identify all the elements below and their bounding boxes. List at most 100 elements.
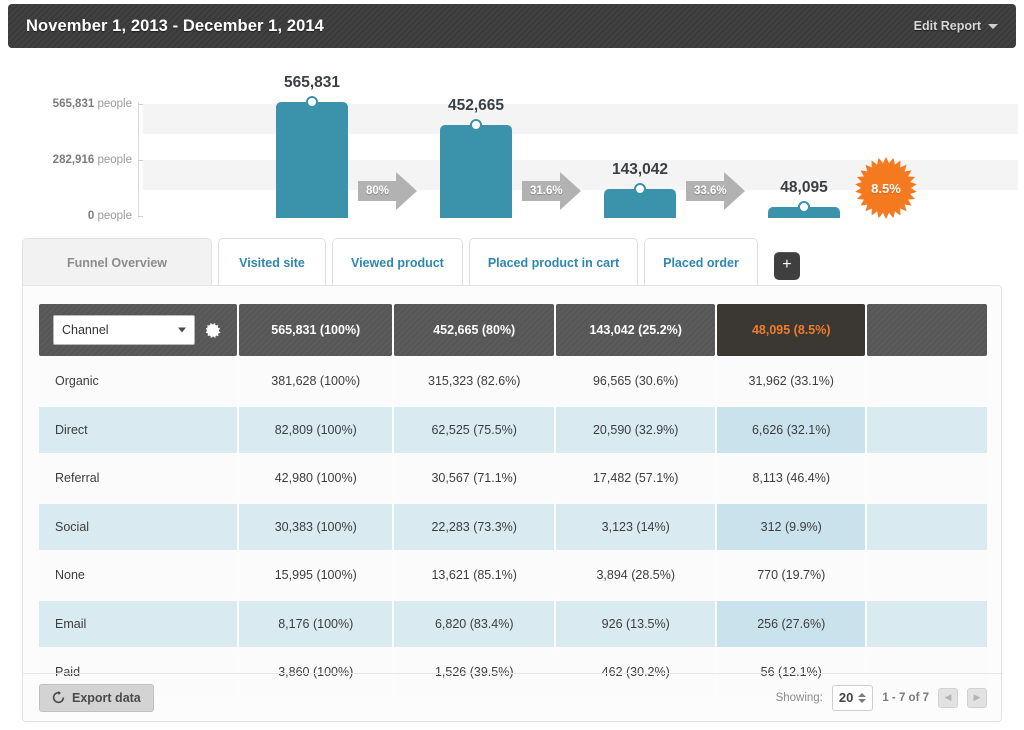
export-data-button[interactable]: Export data [39, 684, 154, 712]
chart-y-axis: 565,831 people 282,916 people 0 people [0, 62, 140, 234]
pagination-controls: Showing: 20 1 - 7 of 7 ◀ ▶ [776, 685, 987, 711]
row-cell: 30,383 (100%) [239, 504, 392, 551]
next-page-button[interactable]: ▶ [967, 688, 987, 708]
prev-page-button[interactable]: ◀ [938, 688, 958, 708]
edit-report-button[interactable]: Edit Report [914, 19, 998, 33]
page-size-stepper[interactable]: 20 [832, 685, 873, 711]
bar-value-label: 565,831 [284, 74, 340, 92]
row-cell-blank [867, 552, 987, 599]
table-row[interactable]: None 15,995 (100%) 13,621 (85.1%) 3,894 … [39, 552, 987, 599]
tab-placed-order[interactable]: Placed order [644, 238, 758, 286]
bar-dot-marker [306, 96, 318, 108]
conversion-rate-label: 31.6% [530, 185, 563, 197]
bar-value-label: 143,042 [612, 161, 668, 179]
report-header-bar: November 1, 2013 - December 1, 2014 Edit… [8, 4, 1016, 48]
row-cell: 42,980 (100%) [239, 455, 392, 502]
download-icon [52, 691, 65, 704]
bar-value-label: 48,095 [780, 179, 827, 197]
row-cell: 22,283 (73.3%) [394, 504, 554, 551]
conversion-arrow-3: 33.6% [686, 170, 746, 212]
y-tick-label-zero: 0 people [88, 210, 132, 222]
row-cell: 96,565 (30.6%) [556, 358, 716, 405]
row-cell: 8,113 (46.4%) [717, 455, 865, 502]
conversion-rate-label: 80% [366, 185, 389, 197]
table-row[interactable]: Referral 42,980 (100%) 30,567 (71.1%) 17… [39, 455, 987, 502]
step-header-cell-1[interactable]: 565,831 (100%) [239, 304, 392, 356]
row-cell: 312 (9.9%) [717, 504, 865, 551]
row-cell-blank [867, 407, 987, 454]
funnel-step-tabs: Funnel Overview Visited site Viewed prod… [22, 236, 800, 286]
row-cell-blank [867, 358, 987, 405]
bar-value-label: 452,665 [448, 97, 504, 115]
step-header-cell-2[interactable]: 452,665 (80%) [394, 304, 554, 356]
add-step-button[interactable]: + [774, 252, 800, 280]
row-label: Social [39, 504, 237, 551]
dimension-select-value: Channel [62, 323, 109, 337]
row-cell: 3,894 (28.5%) [556, 552, 716, 599]
funnel-bar-placed-product-in-cart[interactable]: 143,042 [604, 189, 676, 218]
showing-label: Showing: [776, 692, 823, 704]
row-label: Referral [39, 455, 237, 502]
bar-rect [768, 207, 840, 218]
bar-rect [604, 189, 676, 218]
chevron-down-icon[interactable] [858, 699, 866, 703]
bar-dot-marker [798, 201, 810, 213]
table-header: Channel 565,831 (100%) 452,665 (80%) 143… [39, 304, 987, 356]
row-cell: 6,626 (32.1%) [717, 407, 865, 454]
step-header-cell-3[interactable]: 143,042 (25.2%) [556, 304, 716, 356]
tab-label: Visited site [239, 256, 305, 270]
tab-viewed-product[interactable]: Viewed product [332, 238, 463, 286]
row-cell: 381,628 (100%) [239, 358, 392, 405]
funnel-bar-viewed-product[interactable]: 452,665 [440, 125, 512, 218]
tab-funnel-overview[interactable]: Funnel Overview [22, 238, 212, 286]
date-range-title: November 1, 2013 - December 1, 2014 [26, 17, 324, 36]
tab-label: Placed order [663, 256, 739, 270]
row-cell: 256 (27.6%) [717, 601, 865, 648]
y-tick-label-mid: 282,916 people [53, 154, 132, 166]
chevron-up-icon[interactable] [858, 693, 866, 697]
table-row[interactable]: Social 30,383 (100%) 22,283 (73.3%) 3,12… [39, 504, 987, 551]
row-cell: 6,820 (83.4%) [394, 601, 554, 648]
row-cell: 31,962 (33.1%) [717, 358, 865, 405]
table-header-row: Channel 565,831 (100%) 452,665 (80%) 143… [39, 304, 987, 356]
table-row[interactable]: Email 8,176 (100%) 6,820 (83.4%) 926 (13… [39, 601, 987, 648]
funnel-bar-visited-site[interactable]: 565,831 [276, 102, 348, 218]
tab-visited-site[interactable]: Visited site [218, 238, 326, 286]
step-header-cell-4[interactable]: 48,095 (8.5%) [717, 304, 865, 356]
row-label: Organic [39, 358, 237, 405]
row-cell: 15,995 (100%) [239, 552, 392, 599]
funnel-chart: 565,831 people 282,916 people 0 people 5… [0, 62, 1024, 234]
row-label: None [39, 552, 237, 599]
row-cell-blank [867, 455, 987, 502]
dimension-header-cell: Channel [39, 304, 237, 356]
chevron-down-icon [988, 24, 998, 29]
row-cell: 30,567 (71.1%) [394, 455, 554, 502]
row-cell: 20,590 (32.9%) [556, 407, 716, 454]
overall-conversion-badge: 8.5% [853, 155, 919, 221]
tab-label: Placed product in cart [488, 256, 619, 270]
row-cell: 315,323 (82.6%) [394, 358, 554, 405]
row-label: Direct [39, 407, 237, 454]
table-row[interactable]: Organic 381,628 (100%) 315,323 (82.6%) 9… [39, 358, 987, 405]
row-cell: 770 (19.7%) [717, 552, 865, 599]
row-cell: 926 (13.5%) [556, 601, 716, 648]
bar-dot-marker [634, 183, 646, 195]
tab-label: Funnel Overview [67, 256, 167, 270]
conversion-rate-label: 33.6% [694, 185, 727, 197]
stepper-arrows [858, 693, 866, 703]
conversion-arrow-1: 80% [358, 170, 418, 212]
chart-plot-area: 565,831 80% 452,665 31.6% [140, 62, 1024, 234]
table-body: Organic 381,628 (100%) 315,323 (82.6%) 9… [39, 358, 987, 696]
row-cell: 62,525 (75.5%) [394, 407, 554, 454]
funnel-bar-placed-order[interactable]: 48,095 [768, 207, 840, 218]
page-size-value: 20 [839, 690, 853, 705]
tab-placed-product-in-cart[interactable]: Placed product in cart [469, 238, 638, 286]
result-range-label: 1 - 7 of 7 [882, 692, 929, 704]
funnel-breakdown-panel: Channel 565,831 (100%) 452,665 (80%) 143… [22, 285, 1002, 722]
y-tick-label-top: 565,831 people [53, 98, 132, 110]
dimension-select[interactable]: Channel [53, 315, 195, 345]
conversion-arrow-2: 31.6% [522, 170, 582, 212]
table-row[interactable]: Direct 82,809 (100%) 62,525 (75.5%) 20,5… [39, 407, 987, 454]
chevron-down-icon [178, 328, 186, 333]
gear-icon[interactable] [206, 322, 223, 339]
